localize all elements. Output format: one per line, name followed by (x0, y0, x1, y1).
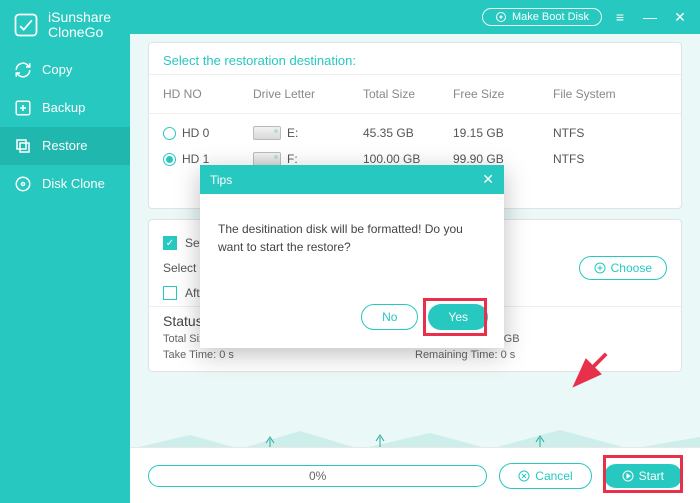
decor-hills (130, 427, 700, 449)
x-circle-icon (518, 470, 530, 482)
close-button[interactable]: ✕ (668, 5, 692, 29)
col-freesize: Free Size (453, 87, 553, 101)
col-totalsize: Total Size (363, 87, 453, 101)
status-remain: Remaining Time: 0 s (415, 349, 667, 361)
sidebar-label-backup: Backup (42, 100, 85, 115)
dialog-close-button[interactable]: ✕ (482, 171, 494, 188)
sidebar: iSunshare CloneGo Copy Backup Restore Di… (0, 0, 130, 503)
checkbox-set[interactable]: ✓ (163, 236, 177, 250)
sidebar-item-copy[interactable]: Copy (0, 51, 130, 89)
yes-button[interactable]: Yes (428, 304, 488, 330)
app-logo: iSunshare CloneGo (0, 0, 130, 51)
col-filesystem: File System (553, 87, 633, 101)
progress-label: 0% (309, 469, 326, 483)
radio-hd0[interactable] (163, 127, 176, 140)
plus-box-icon (14, 99, 32, 117)
sidebar-item-restore[interactable]: Restore (0, 127, 130, 165)
panel-title: Select the restoration destination: (163, 53, 667, 68)
sidebar-label-restore: Restore (42, 138, 88, 153)
minimize-button[interactable]: — (638, 5, 662, 29)
dialog-title: Tips (210, 173, 232, 187)
col-hdno: HD NO (163, 87, 253, 101)
footer: 0% Cancel Start (130, 447, 700, 503)
sidebar-item-diskclone[interactable]: Disk Clone (0, 165, 130, 203)
app-name-2: CloneGo (48, 25, 111, 40)
sidebar-label-copy: Copy (42, 62, 72, 77)
plus-circle-icon (594, 262, 606, 274)
tips-dialog: Tips ✕ The desitination disk will be for… (200, 165, 504, 348)
dialog-titlebar: Tips ✕ (200, 165, 504, 194)
progress-bar: 0% (148, 465, 487, 487)
boot-label: Make Boot Disk (512, 11, 589, 23)
menu-button[interactable]: ≡ (608, 5, 632, 29)
no-button[interactable]: No (361, 304, 418, 330)
radio-hd1[interactable] (163, 153, 176, 166)
app-name-1: iSunshare (48, 10, 111, 25)
checkbox-after[interactable] (163, 286, 177, 300)
choose-button[interactable]: Choose (579, 256, 667, 280)
sidebar-item-backup[interactable]: Backup (0, 89, 130, 127)
play-circle-icon (622, 470, 634, 482)
layers-icon (14, 137, 32, 155)
topbar: Make Boot Disk ≡ — ✕ (130, 0, 700, 34)
table-header: HD NO Drive Letter Total Size Free Size … (163, 81, 667, 107)
col-driveletter: Drive Letter (253, 87, 363, 101)
sidebar-label-diskclone: Disk Clone (42, 176, 105, 191)
cancel-button[interactable]: Cancel (499, 463, 591, 489)
make-boot-disk-button[interactable]: Make Boot Disk (482, 8, 602, 26)
drive-icon (253, 126, 281, 140)
drive-icon (253, 152, 281, 166)
dialog-body: The desitination disk will be formatted!… (200, 194, 504, 294)
status-take: Take Time: 0 s (163, 349, 415, 361)
refresh-icon (14, 61, 32, 79)
start-button[interactable]: Start (604, 464, 682, 488)
table-row[interactable]: HD 0 E: 45.35 GB 19.15 GB NTFS (163, 120, 667, 146)
disk-icon (14, 175, 32, 193)
disc-icon (495, 11, 507, 23)
logo-icon (12, 11, 40, 39)
